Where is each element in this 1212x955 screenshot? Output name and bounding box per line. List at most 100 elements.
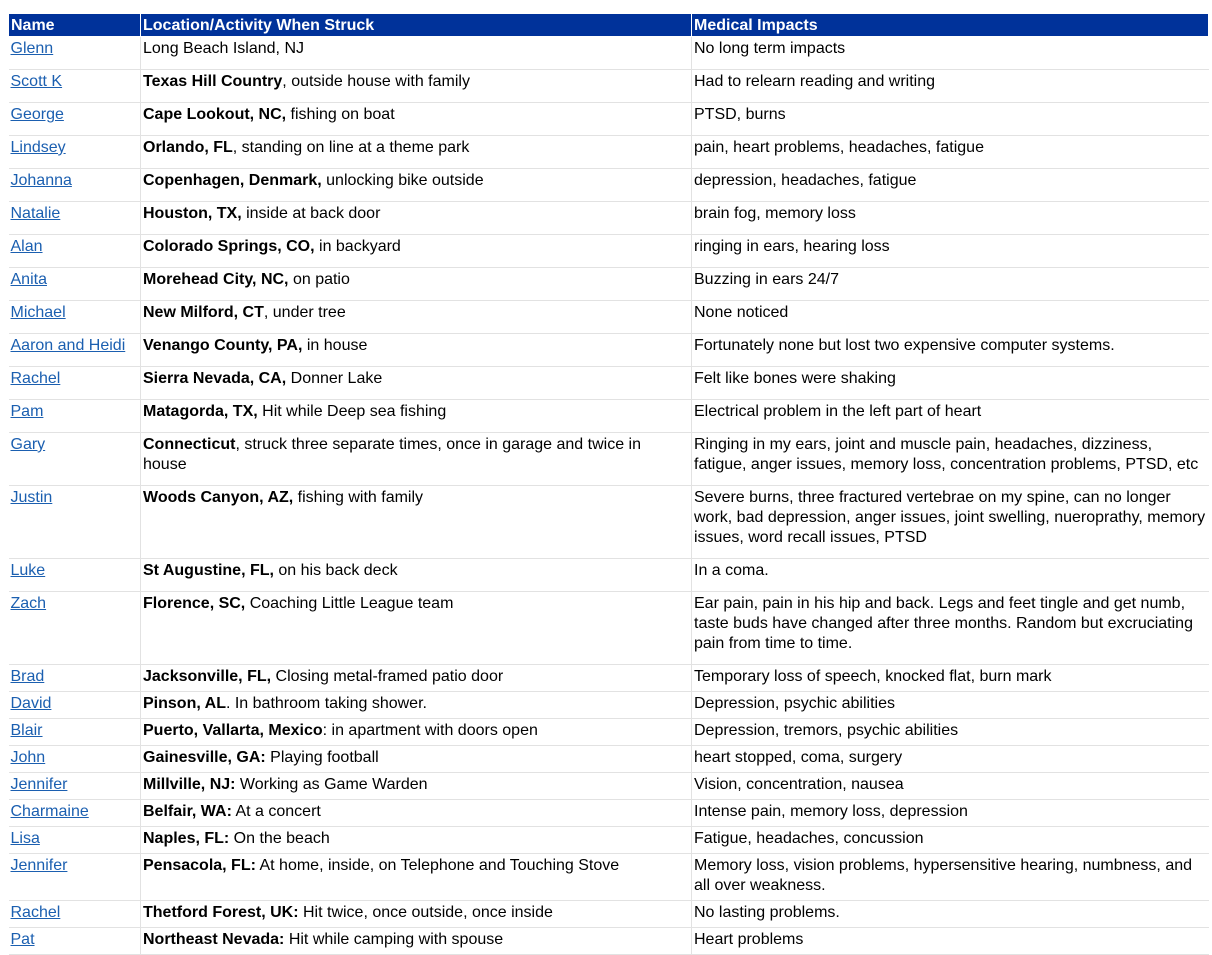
- table-row: Rachel Sierra Nevada, CA, Donner Lake Felt…: [8, 366, 1209, 400]
- location-activity: At home, inside, on Telephone and Touchi…: [255, 857, 620, 874]
- location-place: Morehead City, NC,: [143, 271, 289, 288]
- location-place: Puerto, Vallarta, Mexico: [143, 722, 323, 739]
- name-cell: Justin: [8, 485, 141, 559]
- person-name-link[interactable]: Aaron and Heidi: [11, 337, 126, 354]
- table-row: George Cape Lookout, NC, fishing on boat P…: [8, 102, 1209, 136]
- medical-impacts-cell: Fortunately none but lost two expensive …: [691, 333, 1209, 367]
- location-cell: Morehead City, NC, on patio: [140, 267, 692, 301]
- table-row: Scott K Texas Hill Country, outside house…: [8, 69, 1209, 103]
- name-cell: Rachel: [8, 900, 141, 928]
- location-place: Sierra Nevada, CA,: [143, 370, 287, 387]
- person-name-link[interactable]: Michael: [11, 304, 66, 321]
- person-name-link[interactable]: Zach: [11, 595, 47, 612]
- location-place: Woods Canyon, AZ,: [143, 489, 294, 506]
- location-place: Orlando, FL: [143, 139, 233, 156]
- table-row: Glenn Long Beach Island, NJ No long term i…: [8, 36, 1209, 70]
- person-name-link[interactable]: Scott K: [11, 73, 63, 90]
- name-cell: Lisa: [8, 826, 141, 854]
- table-row: Anita Morehead City, NC, on patio Buzzing …: [8, 267, 1209, 301]
- location-place: Northeast Nevada:: [143, 931, 285, 948]
- table-row: Brad Jacksonville, FL, Closing metal-fram…: [8, 664, 1209, 692]
- location-place: Belfair, WA:: [143, 803, 232, 820]
- name-cell: Natalie: [8, 201, 141, 235]
- location-place: St Augustine, FL,: [143, 562, 274, 579]
- person-name-link[interactable]: John: [11, 749, 46, 766]
- name-cell: Johanna: [8, 168, 141, 202]
- location-place: Texas Hill Country: [143, 73, 283, 90]
- location-place: Florence, SC,: [143, 595, 246, 612]
- name-cell: Jennifer: [8, 853, 141, 901]
- name-cell: Alan: [8, 234, 141, 268]
- person-name-link[interactable]: Justin: [11, 489, 53, 506]
- person-name-link[interactable]: Charmaine: [11, 803, 89, 820]
- location-activity: : in apartment with doors open: [322, 722, 538, 739]
- medical-impacts-cell: Buzzing in ears 24/7: [691, 267, 1209, 301]
- table-row: Gary Connecticut, struck three separate t…: [8, 432, 1209, 486]
- table-row: John Gainesville, GA: Playing football hea…: [8, 745, 1209, 773]
- person-name-link[interactable]: Rachel: [11, 904, 61, 921]
- person-name-link[interactable]: Jennifer: [11, 776, 68, 793]
- location-place: Matagorda, TX,: [143, 403, 258, 420]
- location-cell: Connecticut, struck three separate times…: [140, 432, 692, 486]
- table-row: Aaron and Heidi Venango County, PA, in ho…: [8, 333, 1209, 367]
- location-cell: Sierra Nevada, CA, Donner Lake: [140, 366, 692, 400]
- location-cell: Naples, FL: On the beach: [140, 826, 692, 854]
- location-place: New Milford, CT: [143, 304, 264, 321]
- location-activity: , standing on line at a theme park: [232, 139, 470, 156]
- person-name-link[interactable]: Glenn: [11, 40, 54, 57]
- location-activity: Donner Lake: [286, 370, 383, 387]
- person-name-link[interactable]: Anita: [11, 271, 47, 288]
- location-place: Colorado Springs, CO,: [143, 238, 315, 255]
- person-name-link[interactable]: Lindsey: [11, 139, 66, 156]
- location-activity: on his back deck: [273, 562, 398, 579]
- location-activity: Long Beach Island, NJ: [143, 40, 304, 57]
- medical-impacts-cell: No lasting problems.: [691, 900, 1209, 928]
- location-cell: Puerto, Vallarta, Mexico: in apartment w…: [140, 718, 692, 746]
- name-cell: George: [8, 102, 141, 136]
- medical-impacts-cell: Depression, tremors, psychic abilities: [691, 718, 1209, 746]
- location-place: Pensacola, FL:: [143, 857, 256, 874]
- person-name-link[interactable]: David: [11, 695, 52, 712]
- table-row: Charmaine Belfair, WA: At a concert Intens…: [8, 799, 1209, 827]
- strike-survivors-table: Name Location/Activity When Struck Medic…: [8, 13, 1209, 955]
- location-cell: Thetford Forest, UK: Hit twice, once out…: [140, 900, 692, 928]
- person-name-link[interactable]: Brad: [11, 668, 45, 685]
- location-activity: on patio: [288, 271, 350, 288]
- name-cell: Aaron and Heidi: [8, 333, 141, 367]
- person-name-link[interactable]: Lisa: [11, 830, 40, 847]
- medical-impacts-cell: Electrical problem in the left part of h…: [691, 399, 1209, 433]
- person-name-link[interactable]: Alan: [11, 238, 43, 255]
- person-name-link[interactable]: George: [11, 106, 64, 123]
- person-name-link[interactable]: Jennifer: [11, 857, 68, 874]
- name-cell: Glenn: [8, 36, 141, 70]
- person-name-link[interactable]: Pam: [11, 403, 44, 420]
- location-activity: . In bathroom taking shower.: [225, 695, 427, 712]
- location-cell: Millville, NJ: Working as Game Warden: [140, 772, 692, 800]
- person-name-link[interactable]: Natalie: [11, 205, 61, 222]
- name-cell: Jennifer: [8, 772, 141, 800]
- person-name-link[interactable]: Luke: [11, 562, 46, 579]
- table-body: Glenn Long Beach Island, NJ No long term i…: [8, 36, 1209, 955]
- person-name-link[interactable]: Rachel: [11, 370, 61, 387]
- location-activity: fishing on boat: [286, 106, 395, 123]
- medical-impacts-cell: Intense pain, memory loss, depression: [691, 799, 1209, 827]
- location-cell: Houston, TX, inside at back door: [140, 201, 692, 235]
- medical-impacts-cell: Felt like bones were shaking: [691, 366, 1209, 400]
- name-cell: Brad: [8, 664, 141, 692]
- location-cell: Colorado Springs, CO, in backyard: [140, 234, 692, 268]
- medical-impacts-cell: Heart problems: [691, 927, 1209, 955]
- name-cell: Pat: [8, 927, 141, 955]
- location-cell: Pinson, AL. In bathroom taking shower.: [140, 691, 692, 719]
- location-place: Copenhagen, Denmark,: [143, 172, 322, 189]
- location-activity: Working as Game Warden: [235, 776, 428, 793]
- person-name-link[interactable]: Johanna: [11, 172, 72, 189]
- person-name-link[interactable]: Blair: [11, 722, 43, 739]
- medical-impacts-cell: depression, headaches, fatigue: [691, 168, 1209, 202]
- medical-impacts-cell: Ringing in my ears, joint and muscle pai…: [691, 432, 1209, 486]
- medical-impacts-cell: None noticed: [691, 300, 1209, 334]
- location-place: Jacksonville, FL,: [143, 668, 272, 685]
- location-activity: inside at back door: [241, 205, 381, 222]
- person-name-link[interactable]: Pat: [11, 931, 35, 948]
- name-cell: Anita: [8, 267, 141, 301]
- person-name-link[interactable]: Gary: [11, 436, 46, 453]
